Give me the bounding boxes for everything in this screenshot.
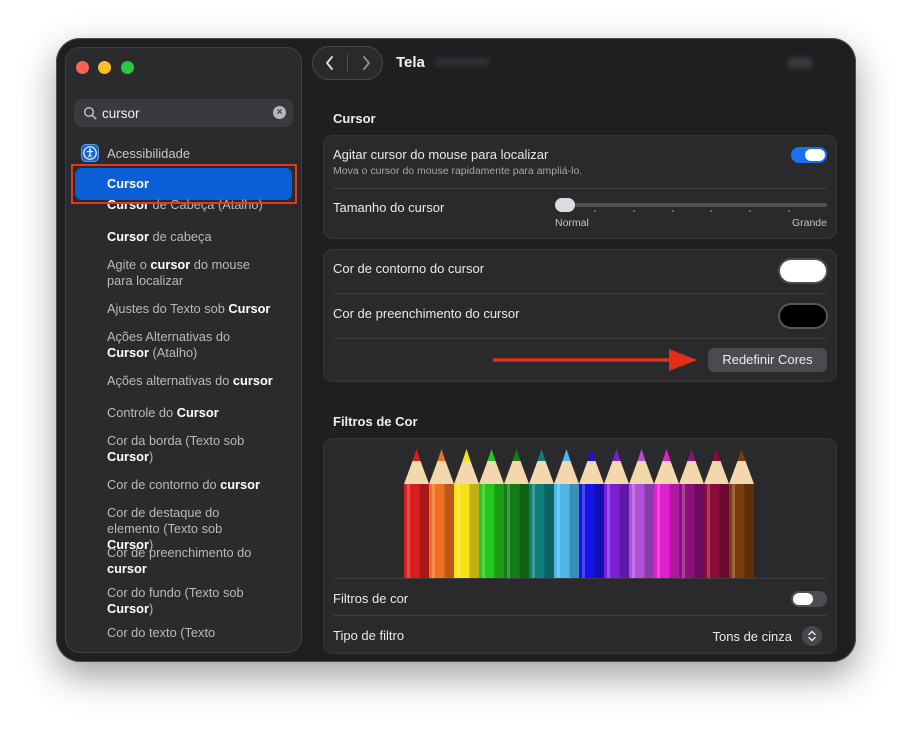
chevron-right-icon [362, 56, 370, 70]
sidebar-result-item[interactable]: Cor de preenchimento do cursor [71, 545, 295, 577]
sidebar: × Acessibilidade CursorCursor de Cabeça … [65, 47, 302, 653]
annotation-arrow [493, 349, 697, 371]
popup-stepper-icon[interactable] [802, 626, 822, 646]
accessibility-icon [81, 144, 99, 162]
cursor-size-label: Tamanho do cursor [333, 200, 445, 215]
row-divider [333, 293, 827, 294]
row-divider [333, 578, 827, 579]
cursor-color-panel: Cor de contorno do cursor Cor de preench… [323, 249, 837, 382]
accessibility-section-header: Acessibilidade [81, 143, 190, 163]
minimize-window-button[interactable] [98, 61, 111, 74]
color-pencil [429, 449, 454, 578]
slider-tick [671, 210, 674, 212]
slider-tick [593, 210, 596, 212]
slider-tick [632, 210, 635, 212]
color-filters-section-title: Filtros de Cor [333, 414, 418, 429]
sidebar-result-item[interactable]: Cor da borda (Texto sob Cursor) [71, 433, 295, 465]
blurred-region [787, 57, 813, 69]
page-title: Tela [396, 54, 425, 71]
slider-max-label: Grande [791, 217, 827, 229]
row-divider [333, 188, 827, 189]
clear-search-icon[interactable]: × [273, 106, 286, 119]
outline-color-well[interactable] [780, 260, 826, 282]
sidebar-result-item[interactable]: Cor do texto (Texto [71, 625, 295, 641]
cursor-size-slider[interactable] [555, 203, 827, 207]
sidebar-result-item[interactable]: Ajustes do Texto sob Cursor [71, 301, 295, 317]
zoom-window-button[interactable] [121, 61, 134, 74]
color-pencil [629, 449, 654, 578]
color-pencil [529, 449, 554, 578]
back-button[interactable] [312, 46, 347, 80]
sidebar-result-item[interactable]: Ações alternativas do cursor [71, 373, 295, 389]
fill-color-label: Cor de preenchimento do cursor [333, 306, 520, 321]
color-pencil [554, 449, 579, 578]
slider-tick [710, 210, 713, 212]
accessibility-label: Acessibilidade [107, 145, 191, 161]
filter-type-value[interactable]: Tons de cinza [713, 629, 793, 644]
fill-color-well[interactable] [780, 305, 826, 327]
search-icon [83, 106, 97, 120]
color-filters-label: Filtros de cor [333, 591, 409, 606]
sidebar-result-item[interactable]: Controle do Cursor [71, 405, 295, 421]
sidebar-result-item[interactable]: Cursor de cabeça [71, 229, 295, 245]
sidebar-result-item[interactable]: Agite o cursor do mouse para localizar [71, 257, 295, 289]
color-pencil [604, 449, 629, 578]
sidebar-result-item[interactable]: Ações Alternativas do Cursor (Atalho) [71, 329, 295, 361]
forward-button[interactable] [348, 46, 383, 80]
cursor-panel: Agitar cursor do mouse para localizar Mo… [323, 135, 837, 239]
color-pencil [579, 449, 604, 578]
color-pencil [704, 449, 729, 578]
close-window-button[interactable] [76, 61, 89, 74]
search-input[interactable] [102, 102, 262, 124]
sidebar-result-item[interactable]: Cor do fundo (Texto sob Cursor) [71, 585, 295, 617]
blurred-region [434, 57, 490, 67]
color-pencils-image [404, 449, 754, 578]
navigation-buttons [312, 46, 383, 80]
color-filters-toggle[interactable] [791, 591, 827, 607]
cursor-size-slider-thumb[interactable] [555, 198, 575, 212]
color-pencil [454, 449, 479, 578]
filter-type-label: Tipo de filtro [333, 628, 405, 643]
settings-window: × Acessibilidade CursorCursor de Cabeça … [56, 38, 856, 662]
shake-cursor-toggle[interactable] [791, 147, 827, 163]
shake-cursor-label: Agitar cursor do mouse para localizar [333, 147, 549, 162]
chevron-left-icon [325, 56, 333, 70]
sidebar-result-item[interactable]: Cor de contorno do cursor [71, 477, 295, 493]
cursor-section-title: Cursor [333, 111, 376, 126]
color-pencil [404, 449, 429, 578]
search-field[interactable]: × [74, 99, 293, 127]
color-pencil [729, 449, 754, 578]
slider-tick [788, 210, 791, 212]
outline-color-label: Cor de contorno do cursor [333, 261, 485, 276]
color-pencil [679, 449, 704, 578]
slider-tick [749, 210, 752, 212]
color-pencil [504, 449, 529, 578]
color-filters-panel: Filtros de cor Tipo de filtro Tons de ci… [323, 438, 837, 654]
reset-colors-button[interactable]: Redefinir Cores [708, 348, 827, 372]
color-pencil [654, 449, 679, 578]
color-pencil [479, 449, 504, 578]
row-divider [333, 338, 827, 339]
row-divider [333, 615, 827, 616]
shake-cursor-sublabel: Mova o cursor do mouse rapidamente para … [333, 165, 583, 177]
highlight-outline [71, 164, 297, 204]
slider-min-label: Normal [555, 217, 589, 229]
